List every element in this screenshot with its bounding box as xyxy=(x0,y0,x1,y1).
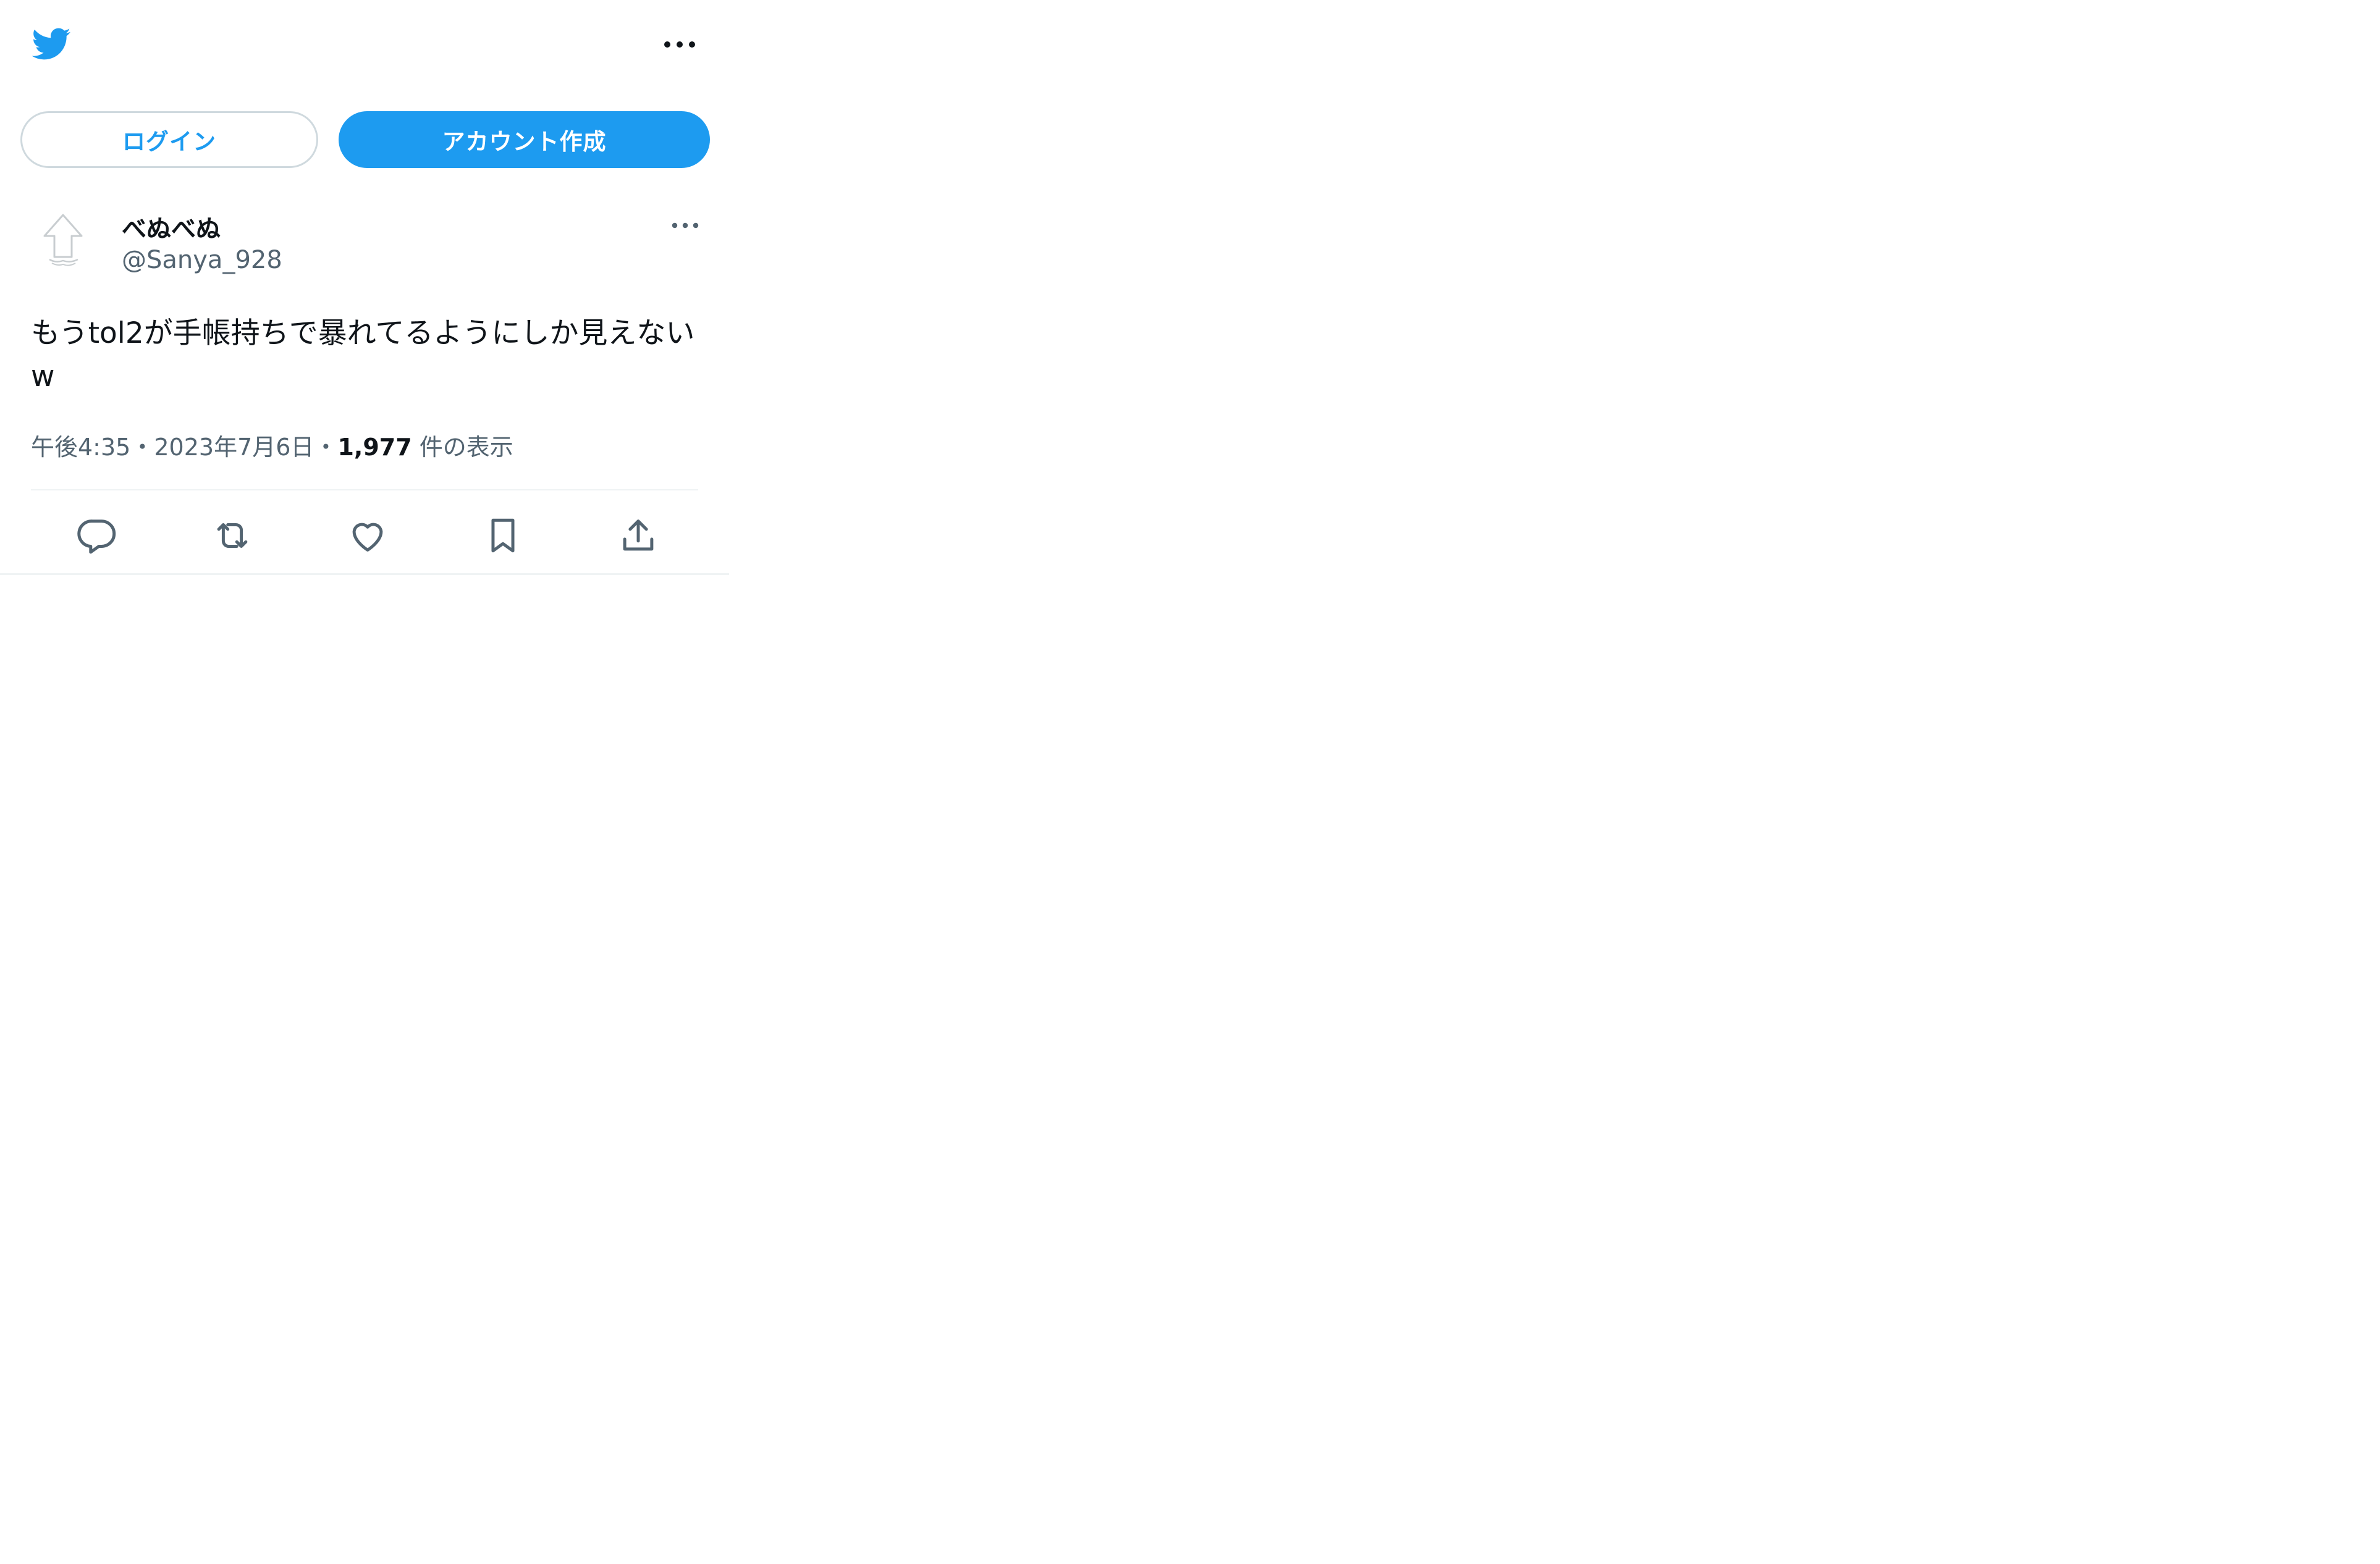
author-avatar[interactable] xyxy=(31,208,95,272)
tweet-actions-bar xyxy=(31,508,698,563)
more-horizontal-icon[interactable] xyxy=(669,216,702,235)
bookmark-icon xyxy=(491,518,515,553)
create-account-button[interactable]: アカウント作成 xyxy=(339,111,710,168)
top-bar xyxy=(0,0,729,93)
retweet-icon xyxy=(217,523,248,548)
tweet-embed-card: ログイン アカウント作成 べぬべぬ @Sanya_928 もうtol2が手帳持ち… xyxy=(0,0,729,579)
meta-separator: ・ xyxy=(314,434,338,461)
share-icon xyxy=(623,519,654,551)
tweet-text: もうtol2が手帳持ちで暴れてるようにしか見えないw xyxy=(31,316,695,393)
meta-separator: ・ xyxy=(130,434,154,461)
divider xyxy=(31,489,698,490)
more-horizontal-icon[interactable] xyxy=(660,32,699,57)
reply-icon xyxy=(77,519,116,554)
twitter-bird-icon[interactable] xyxy=(28,23,74,64)
author-handle[interactable]: @Sanya_928 xyxy=(122,246,282,274)
tweet-date[interactable]: 2023年7月6日 xyxy=(154,434,314,461)
views-label: 件の表示 xyxy=(419,434,513,461)
default-avatar-icon xyxy=(31,208,95,272)
heart-icon xyxy=(352,523,383,552)
login-button[interactable]: ログイン xyxy=(20,111,318,168)
share-button[interactable] xyxy=(617,514,660,557)
bookmark-button[interactable] xyxy=(481,514,525,557)
tweet-time[interactable]: 午後4:35 xyxy=(31,434,130,461)
author-display-name[interactable]: べぬべぬ xyxy=(122,209,221,245)
tweet-metadata: 午後4:35・2023年7月6日・1,977 件の表示 xyxy=(31,428,513,462)
retweet-button[interactable] xyxy=(211,514,254,557)
reply-button[interactable] xyxy=(75,514,119,557)
card-bottom-border xyxy=(0,573,729,575)
like-button[interactable] xyxy=(346,514,389,557)
views-count: 1,977 xyxy=(337,434,412,461)
